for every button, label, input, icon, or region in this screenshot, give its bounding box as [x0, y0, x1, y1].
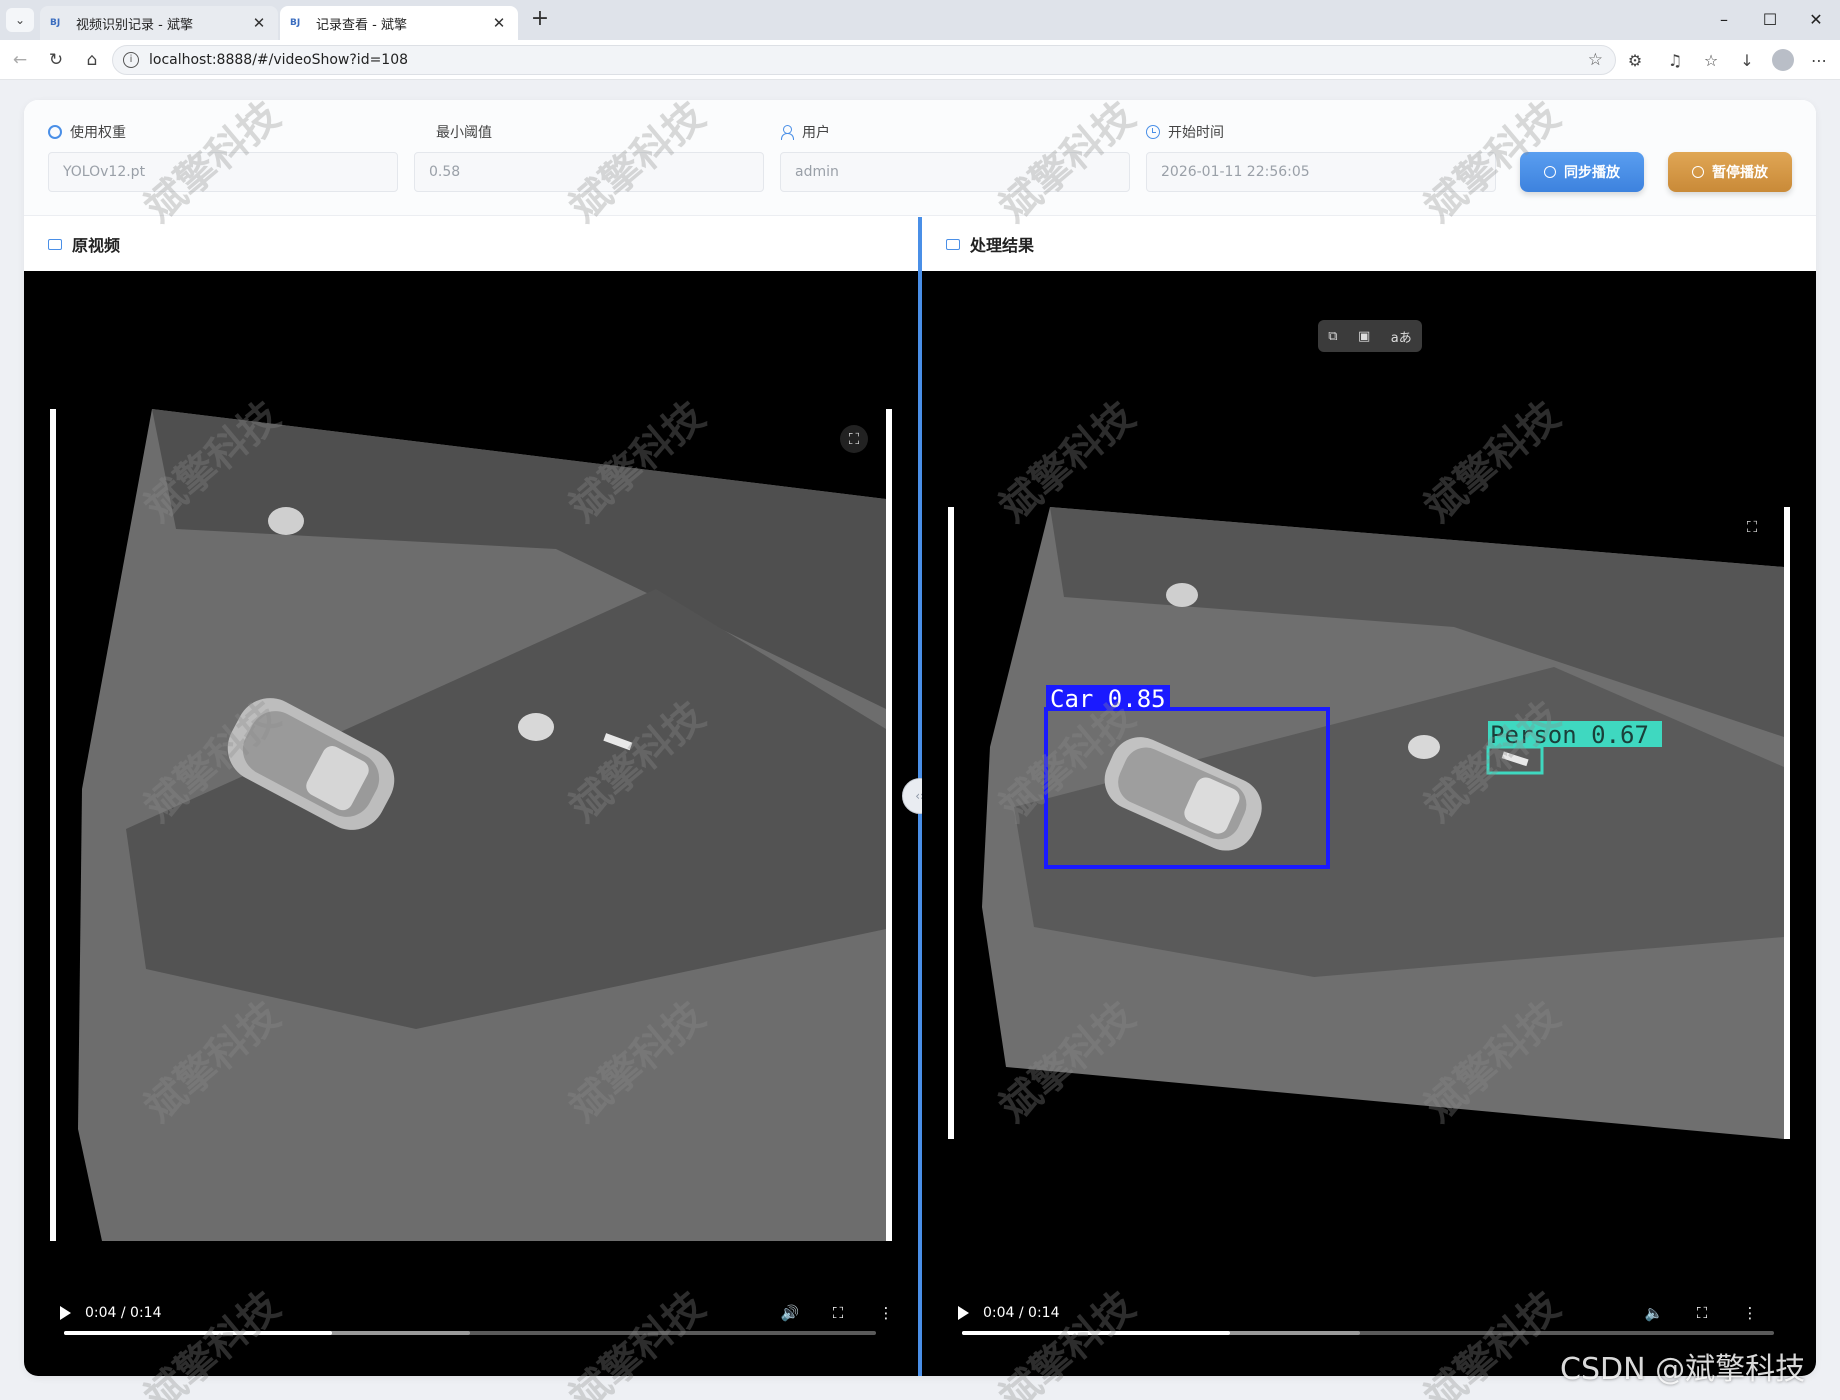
- weight-input[interactable]: [48, 152, 398, 192]
- original-video-progress[interactable]: [64, 1331, 876, 1335]
- weight-field-group: 使用权重: [48, 122, 398, 192]
- browser-toolbar: ← ↻ ⌂ i localhost:8888/#/videoShow?id=10…: [0, 40, 1840, 80]
- result-video-time: 0:04 / 0:14: [983, 1305, 1060, 1321]
- volume-muted-icon[interactable]: 🔈: [1644, 1303, 1664, 1323]
- maximize-icon[interactable]: ☐: [1750, 6, 1790, 34]
- tab-title: 记录查看 - 斌擎: [316, 17, 407, 33]
- new-tab-button[interactable]: +: [528, 8, 552, 32]
- pause-circle-icon: [1692, 166, 1704, 178]
- original-video-time: 0:04 / 0:14: [85, 1305, 162, 1321]
- more-options-icon[interactable]: ⋮: [876, 1303, 896, 1323]
- address-bar[interactable]: i localhost:8888/#/videoShow?id=108 ☆: [112, 45, 1616, 75]
- screenshot-icon[interactable]: ⛶: [1742, 517, 1762, 537]
- result-video-controls: 0:04 / 0:14: [958, 1298, 1060, 1328]
- translate-icon[interactable]: aあ: [1391, 327, 1412, 346]
- record-view-card: 使用权重 最小阈值 用户 开始时间 同步播放 暂停播放 原视频 处理结果: [24, 100, 1816, 1376]
- result-video-header: 处理结果: [922, 217, 1816, 271]
- tab-list-button[interactable]: ⌄: [6, 8, 34, 32]
- browser-tabstrip: ⌄ BJ 视频识别记录 - 斌擎 ✕ BJ 记录查看 - 斌擎 ✕ + – ☐ …: [0, 0, 1840, 40]
- back-icon[interactable]: ←: [8, 48, 32, 72]
- thermal-scene-image: Car 0.85 Person 0.67: [982, 507, 1784, 1139]
- threshold-input[interactable]: [414, 152, 764, 192]
- sync-play-button[interactable]: 同步播放: [1520, 152, 1644, 192]
- floating-video-toolbar: ⧉ ▣ aあ: [1318, 320, 1422, 352]
- original-video-controls: 0:04 / 0:14: [60, 1298, 162, 1328]
- csdn-credit: CSDN @斌擎科技: [1560, 1352, 1806, 1387]
- start-time-field-group: 开始时间: [1146, 122, 1496, 192]
- result-video-frame: Car 0.85 Person 0.67 ⛶: [948, 507, 1790, 1139]
- browser-tab-records[interactable]: BJ 视频识别记录 - 斌擎 ✕: [40, 6, 278, 40]
- original-video-scene: [56, 409, 886, 1241]
- original-video-frame: ⛶: [50, 409, 892, 1241]
- home-icon[interactable]: ⌂: [80, 48, 104, 72]
- picture-in-picture-icon[interactable]: ▣: [1358, 329, 1370, 344]
- play-icon[interactable]: [958, 1306, 969, 1320]
- start-time-input[interactable]: [1146, 152, 1496, 192]
- user-field-group: 用户: [780, 122, 1130, 192]
- site-info-icon[interactable]: i: [123, 52, 139, 68]
- original-video-header: 原视频: [24, 217, 918, 271]
- screenshot-icon[interactable]: ⛶: [840, 425, 868, 453]
- played-bar: [962, 1331, 1230, 1335]
- result-video-progress[interactable]: [962, 1331, 1774, 1335]
- browser-tab-record-view[interactable]: BJ 记录查看 - 斌擎 ✕: [280, 6, 518, 40]
- result-video-title: 处理结果: [970, 236, 1035, 255]
- threshold-field-group: 最小阈值: [414, 122, 764, 192]
- played-bar: [64, 1331, 332, 1335]
- weight-label: 使用权重: [70, 125, 126, 141]
- extensions-icon[interactable]: ⚙: [1624, 50, 1646, 72]
- play-circle-icon: [1544, 166, 1556, 178]
- favorites-icon[interactable]: ☆: [1700, 50, 1722, 72]
- volume-icon[interactable]: 🔊: [780, 1303, 800, 1323]
- thermal-scene-image: [78, 409, 886, 1241]
- chevron-down-icon: ⌄: [14, 13, 26, 27]
- download-icon[interactable]: ↓: [1736, 50, 1758, 72]
- window-close-icon[interactable]: ✕: [1796, 6, 1836, 34]
- monitor-icon: [946, 238, 960, 250]
- filter-bar: 使用权重 最小阈值 用户 开始时间 同步播放 暂停播放: [24, 100, 1816, 216]
- user-label: 用户: [802, 125, 830, 141]
- screen-capture-icon[interactable]: ⧉: [1328, 329, 1337, 344]
- minimize-icon[interactable]: –: [1704, 6, 1744, 34]
- start-time-label: 开始时间: [1168, 125, 1224, 141]
- favorite-star-icon[interactable]: ☆: [1588, 50, 1603, 70]
- original-video-player[interactable]: ⛶ 0:04 / 0:14 🔊 ⛶ ⋮: [24, 271, 918, 1376]
- close-icon[interactable]: ✕: [490, 14, 508, 32]
- url-text[interactable]: localhost:8888/#/videoShow?id=108: [149, 52, 1588, 68]
- video-camera-icon: [48, 238, 62, 250]
- person-detection-label: Person 0.67: [1490, 721, 1649, 749]
- car-detection-label: Car 0.85: [1050, 685, 1166, 713]
- profile-avatar[interactable]: [1772, 49, 1794, 71]
- reload-icon[interactable]: ↻: [44, 48, 68, 72]
- fullscreen-icon[interactable]: ⛶: [1692, 1303, 1712, 1323]
- fullscreen-icon[interactable]: ⛶: [828, 1303, 848, 1323]
- user-input[interactable]: [780, 152, 1130, 192]
- result-video-player[interactable]: Car 0.85 Person 0.67 ⛶ 0:04 / 0:14 🔈 ⛶ ⋮: [922, 271, 1816, 1376]
- user-icon: [780, 125, 794, 140]
- more-menu-icon[interactable]: ⋯: [1808, 50, 1830, 72]
- clock-icon: [1146, 125, 1160, 139]
- close-icon[interactable]: ✕: [250, 14, 268, 32]
- result-video-scene: Car 0.85 Person 0.67: [954, 507, 1784, 1139]
- pause-play-button[interactable]: 暂停播放: [1668, 152, 1792, 192]
- favicon-icon: BJ: [290, 18, 301, 28]
- tab-title: 视频识别记录 - 斌擎: [76, 17, 193, 33]
- original-video-title: 原视频: [72, 236, 121, 255]
- more-options-icon[interactable]: ⋮: [1740, 1303, 1760, 1323]
- play-icon[interactable]: [60, 1306, 71, 1320]
- gear-icon: [48, 125, 62, 139]
- favicon-icon: BJ: [50, 18, 61, 28]
- media-icon[interactable]: ♫: [1664, 50, 1686, 72]
- threshold-label: 最小阈值: [436, 125, 492, 141]
